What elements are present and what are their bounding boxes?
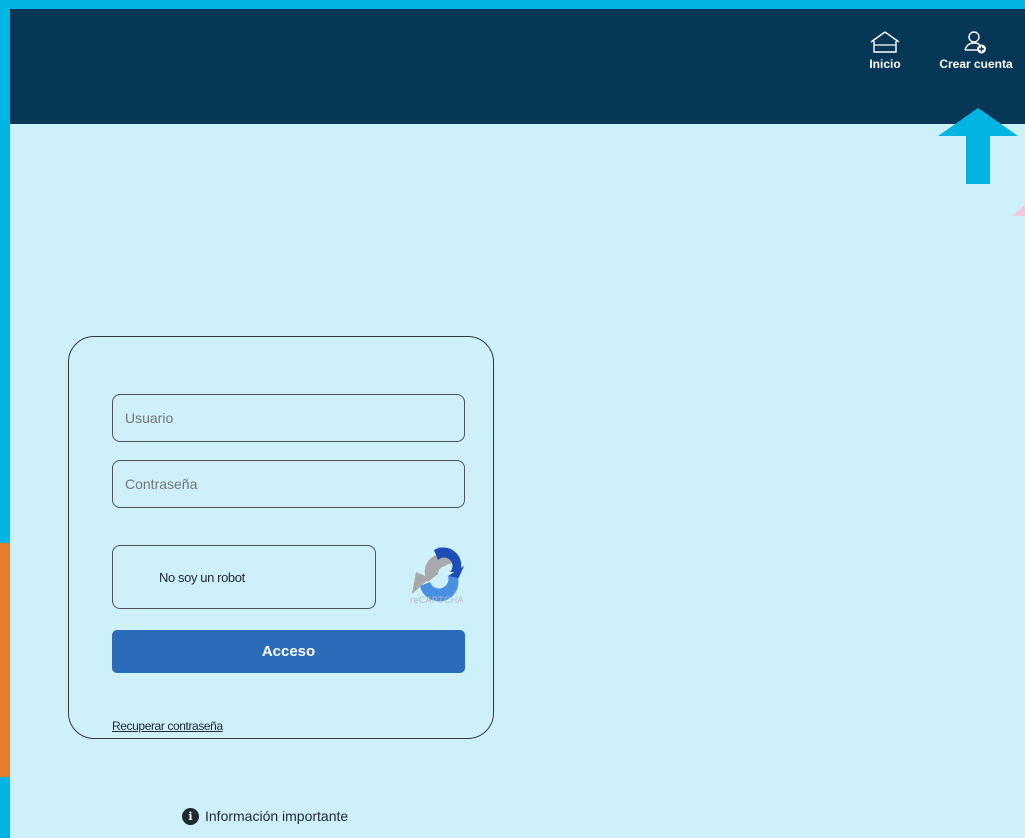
username-input[interactable]: [112, 394, 465, 442]
recaptcha-brand: reCAPTCHA: [410, 595, 464, 605]
user-add-icon: [964, 31, 986, 54]
captcha-label: No soy un robot: [159, 569, 245, 585]
decorative-triangle: [1012, 205, 1025, 216]
nav-crear-cuenta-label: Crear cuenta: [939, 57, 1013, 71]
recover-password-link[interactable]: Recuperar contraseña: [112, 719, 223, 733]
nav-crear-cuenta[interactable]: Crear cuenta: [927, 30, 1025, 90]
nav-inicio[interactable]: Inicio: [865, 30, 905, 90]
important-info-link[interactable]: i Información importante: [182, 807, 348, 825]
home-icon: [870, 31, 900, 53]
top-frame-bar: [0, 0, 1025, 9]
arrow-up-icon: [938, 108, 1018, 184]
info-icon: i: [182, 807, 199, 825]
password-input[interactable]: [112, 460, 465, 508]
acceso-button[interactable]: Acceso: [112, 630, 465, 673]
nav-inicio-label: Inicio: [869, 57, 901, 71]
important-info-label: Información importante: [205, 808, 349, 824]
captcha-checkbox[interactable]: No soy un robot: [112, 545, 376, 609]
left-frame-accent: [0, 543, 10, 777]
